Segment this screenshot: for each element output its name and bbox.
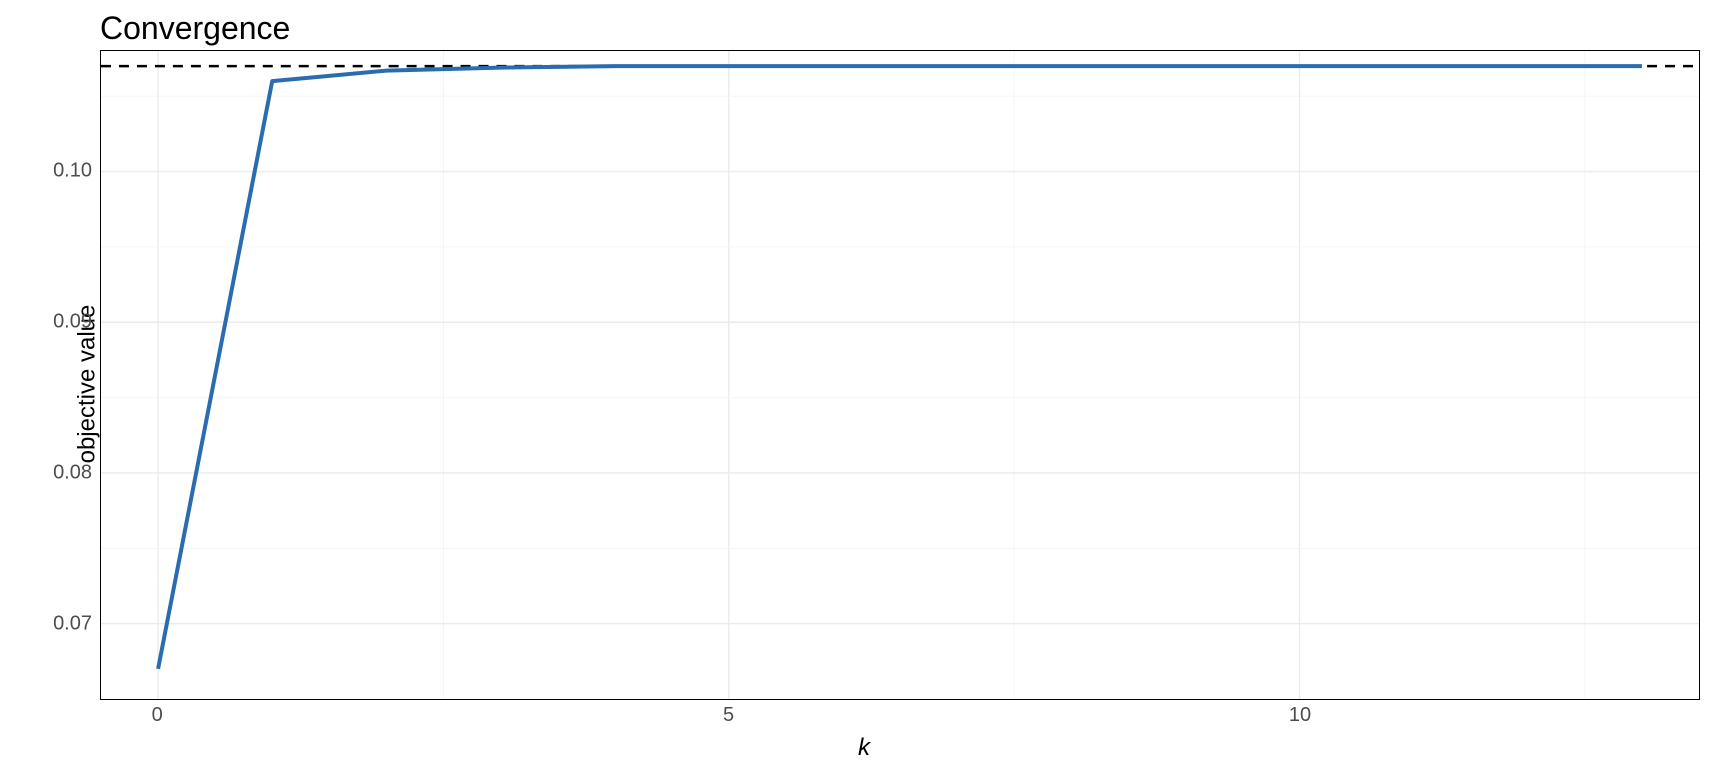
y-tick-label: 0.08 — [53, 462, 92, 485]
chart-title: Convergence — [100, 10, 290, 47]
chart-container: Convergence objective value k 0.070.080.… — [0, 0, 1728, 768]
x-tick-label: 5 — [723, 704, 734, 727]
x-tick-label: 10 — [1289, 704, 1311, 727]
y-tick-label: 0.09 — [53, 311, 92, 334]
plot-area — [100, 50, 1700, 700]
x-tick-label: 0 — [152, 704, 163, 727]
y-tick-label: 0.10 — [53, 159, 92, 182]
plot-svg — [101, 51, 1699, 699]
y-tick-label: 0.07 — [53, 613, 92, 636]
x-axis-label: k — [858, 734, 870, 762]
